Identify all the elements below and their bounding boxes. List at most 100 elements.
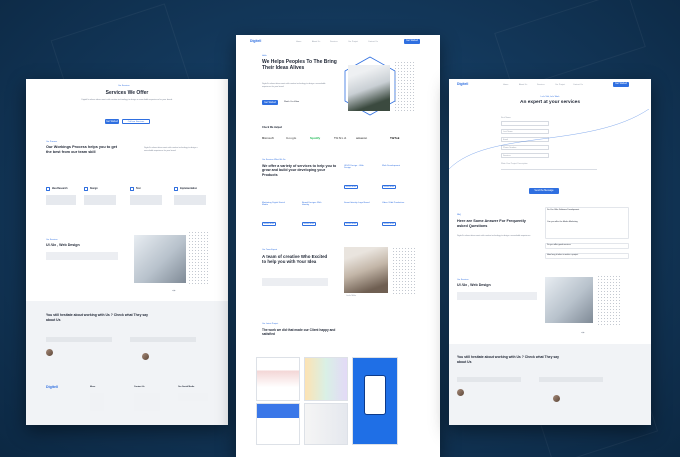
reviewer-avatar — [46, 349, 53, 356]
step-text — [84, 195, 116, 205]
step-title: Design — [90, 188, 98, 190]
project-thumbnail[interactable] — [256, 357, 300, 401]
project-thumbnail[interactable] — [304, 357, 348, 401]
testimonial-title: You still hesitate about working with Us… — [46, 313, 149, 322]
services-kicker: Our Services — [118, 85, 130, 87]
testimonial-text — [46, 337, 112, 342]
read-more-button[interactable]: Read More — [382, 222, 396, 226]
testimonial-text — [539, 377, 603, 382]
call-services-button[interactable]: Call our Services — [122, 119, 150, 124]
hero-person-photo — [348, 65, 390, 111]
process-kicker: Our Process — [46, 141, 58, 143]
client-logo: amazon — [356, 136, 368, 140]
read-more-button[interactable]: Read More — [262, 222, 276, 226]
contact-kicker: Let's Talk, Let's Work — [540, 96, 560, 98]
team-member-name: Linda Miller — [346, 295, 357, 297]
dot-pattern — [188, 231, 208, 286]
brand-logo[interactable]: Digitell — [250, 39, 261, 44]
test-icon — [130, 187, 134, 191]
step-text — [130, 195, 162, 205]
process-title: Our Workings Process helps you to get th… — [46, 145, 118, 154]
read-more-button[interactable]: Read More — [302, 222, 316, 226]
nav-item[interactable]: Our Project — [555, 84, 565, 86]
nav-item[interactable]: Our Project — [348, 41, 358, 43]
project-thumbnail[interactable] — [256, 403, 300, 445]
background-pattern — [494, 0, 646, 91]
dot-pattern — [394, 61, 416, 111]
slider-arrows[interactable]: ◀ ▶ — [581, 332, 585, 334]
reviewer-avatar — [142, 353, 149, 360]
service-card-title: Web Development — [382, 165, 400, 167]
client-logo: TikTok — [390, 136, 400, 140]
hero-title: We Helps Peoples To The Bring Their Idea… — [262, 59, 337, 71]
hero-get-started-button[interactable]: Get Started — [262, 100, 278, 105]
center-page-mockup: Digitell Home About Us Services Our Proj… — [236, 35, 440, 457]
contact-title: An expert at your services — [520, 100, 580, 105]
testimonial-title: You still hesitate about working with Us… — [457, 355, 560, 364]
reviewer-avatar — [457, 389, 464, 396]
footer-column-title: Menu — [90, 386, 96, 388]
read-more-button[interactable]: Read More — [382, 185, 396, 189]
portfolio-title: UI /Ux , Web Design — [46, 243, 80, 247]
watch-video-link[interactable]: Watch Our Video — [284, 101, 299, 103]
service-card-title: Brand Designs With Identity — [302, 202, 322, 207]
footer-links — [134, 393, 160, 411]
right-page-mockup: Digitell Home About Us Services Our Proj… — [449, 79, 651, 425]
services-title: Services We Offer — [105, 90, 149, 96]
nav-item[interactable]: Home — [503, 84, 508, 86]
portfolio-image — [545, 277, 593, 323]
design-icon — [84, 187, 88, 191]
phone-mockup — [364, 375, 386, 415]
step-title: Implementation — [180, 188, 197, 190]
decorative-curve — [449, 109, 650, 170]
service-card-title: UI/UX Design - Web Design — [344, 165, 364, 170]
footer-column-title: Contact Us — [134, 386, 145, 388]
work-title: The work we did that made our Client hap… — [262, 328, 336, 337]
footer-logo: Digitell — [46, 385, 58, 389]
process-description: Digitell is where ideas meet with creati… — [144, 147, 198, 152]
nav-item[interactable]: About Us — [312, 41, 320, 43]
team-title: A team of creative Who Excited to help y… — [262, 254, 328, 265]
hero-body: Digitell is where ideas meet with creati… — [262, 83, 326, 88]
portfolio-image — [134, 235, 186, 283]
work-kicker: Our Latest Project — [262, 323, 279, 325]
team-text — [262, 278, 328, 286]
get-started-button[interactable]: Get Started — [105, 119, 119, 124]
idea-icon — [46, 187, 50, 191]
nav-item[interactable]: Contact Us — [368, 41, 378, 43]
faq-question: Do you offer good services — [547, 244, 571, 246]
faq-question: How long it takes to make a project — [547, 254, 579, 256]
portfolio-text — [46, 252, 118, 260]
step-text — [46, 195, 76, 205]
faq-question: Can you offer the Media Marketing — [547, 221, 578, 223]
implementation-icon — [174, 187, 178, 191]
slider-arrows[interactable]: ◀ ▶ — [172, 290, 176, 292]
portfolio-kicker: Our Services — [46, 239, 58, 241]
nav-item[interactable]: Services — [537, 84, 545, 86]
testimonial-text — [457, 377, 521, 382]
reviewer-avatar — [553, 395, 560, 402]
brand-logo[interactable]: Digitell — [457, 82, 468, 87]
nav-item[interactable]: Services — [330, 41, 338, 43]
faq-description: Digitell is where ideas meet with creati… — [457, 235, 531, 237]
nav-item[interactable]: Contact Us — [573, 84, 583, 86]
nav-get-started-button[interactable]: Get Started — [404, 39, 420, 44]
team-kicker: Our Team Expert — [262, 249, 278, 251]
services-title: We offer a variety of services to help y… — [262, 164, 337, 177]
nav-get-started-button[interactable]: Get Started — [613, 82, 629, 87]
read-more-button[interactable]: Read More — [344, 185, 358, 189]
step-text — [174, 195, 206, 205]
left-page-mockup: Our Services Services We Offer Digitell … — [26, 79, 228, 425]
project-thumbnail[interactable] — [304, 403, 348, 445]
dot-pattern — [392, 247, 416, 295]
client-logo: Spotify — [310, 136, 321, 140]
clients-title: Check We Helped — [262, 126, 283, 129]
portfolio-kicker: Our Services — [457, 279, 469, 281]
service-card-title: Smart Identity Logo Brand — [344, 202, 370, 204]
nav-item[interactable]: Home — [296, 41, 301, 43]
footer-column-title: Our Social Media — [178, 386, 195, 388]
team-person-photo — [344, 247, 388, 293]
nav-item[interactable]: About Us — [519, 84, 527, 86]
client-logo: TESLA — [334, 136, 347, 140]
read-more-button[interactable]: Read More — [344, 222, 358, 226]
